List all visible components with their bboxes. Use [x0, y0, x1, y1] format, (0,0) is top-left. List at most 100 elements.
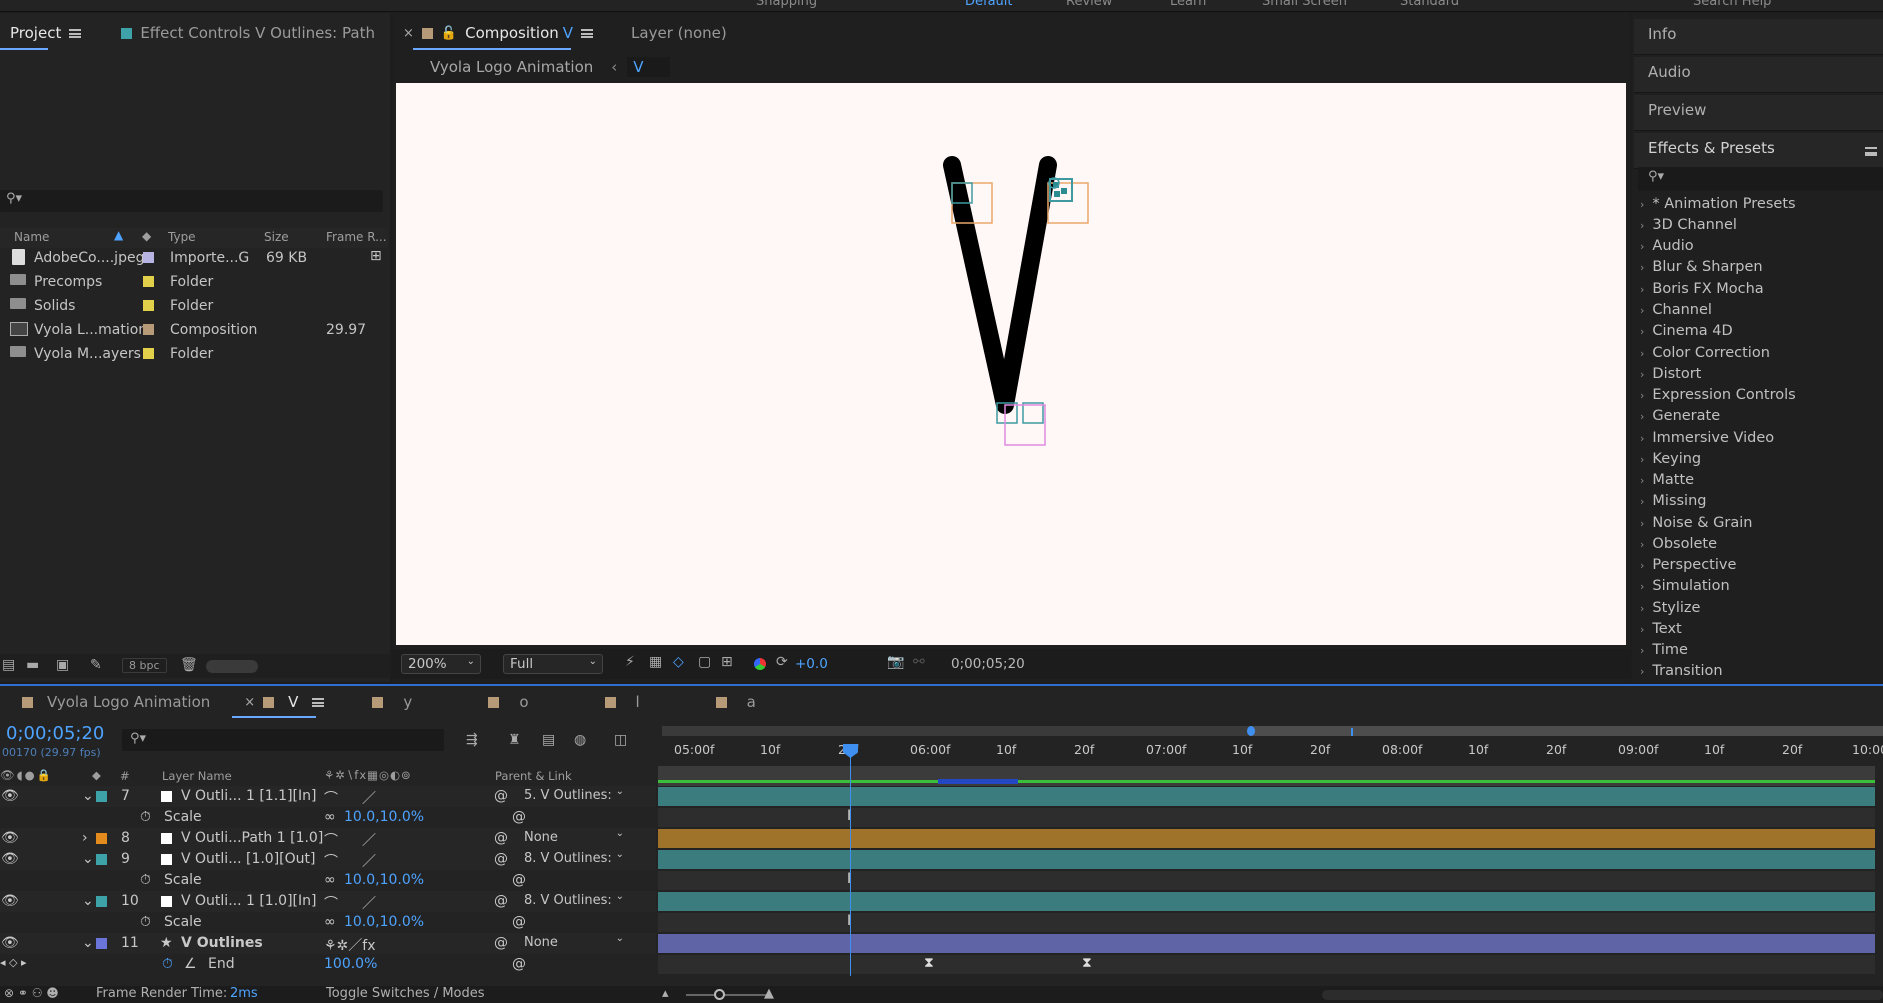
property-row[interactable]: ◂ ◇ ▸ ⏱ ∠ End 100.0% @	[0, 954, 656, 975]
tab-timeline-y[interactable]: y	[362, 686, 422, 718]
audio-panel-tab[interactable]: Audio	[1634, 57, 1883, 93]
region-of-interest-icon[interactable]: ▢	[698, 654, 711, 670]
tab-timeline-o[interactable]: o	[478, 686, 538, 718]
trash-icon[interactable]: 🗑	[180, 657, 198, 673]
panel-menu-icon[interactable]	[581, 28, 594, 38]
preset-category[interactable]: › Noise & Grain	[1640, 515, 1752, 536]
tab-timeline-v[interactable]: × V	[234, 686, 334, 718]
quality-switch-icon[interactable]: ／	[362, 893, 376, 913]
preset-category[interactable]: › Simulation	[1640, 578, 1730, 599]
preset-category[interactable]: › Boris FX Mocha	[1640, 281, 1764, 302]
show-snapshot-icon[interactable]: ⚯	[913, 654, 925, 670]
tab-timeline-vyola-logo-animation[interactable]: Vyola Logo Animation	[12, 686, 220, 718]
project-item[interactable]: Vyola L...mation Composition 29.97	[0, 318, 388, 342]
effects-presets-panel-tab[interactable]: Effects & Presets	[1634, 133, 1883, 169]
fast-preview-icon[interactable]: ⚡	[625, 654, 635, 670]
stopwatch-icon[interactable]: ⏱	[140, 809, 151, 825]
toggle-switches-modes-button[interactable]: Toggle Switches / Modes	[326, 986, 485, 1001]
shy-switch-icon[interactable]: ⌒	[324, 830, 338, 850]
chevron-down-icon[interactable]: ⌄	[82, 935, 94, 951]
workspace-small-screen[interactable]: Small Screen	[1262, 0, 1347, 9]
shy-switch-icon[interactable]: ⌒	[324, 893, 338, 913]
stopwatch-icon[interactable]: ⏱	[140, 914, 151, 930]
close-icon[interactable]: ×	[244, 695, 255, 710]
easy-ease-keyframe-icon[interactable]: ⧗	[924, 955, 934, 971]
parent-dropdown[interactable]: 8. V Outlines: ⌄	[520, 891, 626, 910]
footer-switch-icons[interactable]: ⊗ ⚭ ⚇ ☻	[4, 986, 59, 1000]
pick-whip-icon[interactable]: @	[494, 935, 508, 951]
chevron-down-icon[interactable]: ⌄	[82, 788, 94, 804]
composition-mini-flowchart-icon[interactable]: ⇶	[466, 732, 478, 748]
property-value[interactable]: 100.0%	[324, 956, 377, 972]
col-frame-rate[interactable]: Frame R...	[326, 230, 387, 244]
composition-viewer[interactable]	[396, 83, 1626, 645]
parent-dropdown[interactable]: None ⌄	[520, 828, 626, 847]
workspace-learn[interactable]: Learn	[1170, 0, 1206, 9]
preset-category[interactable]: › Time	[1640, 642, 1688, 663]
breadcrumb-parent[interactable]: Vyola Logo Animation	[430, 58, 593, 76]
preview-panel-tab[interactable]: Preview	[1634, 95, 1883, 131]
reset-exposure-icon[interactable]: ⟳	[776, 654, 788, 670]
timeline-current-time[interactable]: 0;00;05;20	[6, 723, 104, 744]
tab-composition[interactable]: × 🔓 Composition V	[393, 17, 603, 49]
preset-category[interactable]: › Channel	[1640, 302, 1712, 323]
channel-rgb-icon[interactable]	[754, 658, 766, 670]
parent-dropdown[interactable]: 8. V Outlines: ⌄	[520, 849, 626, 868]
property-value[interactable]: 10.0,10.0%	[344, 809, 424, 825]
exposure-value[interactable]: +0.0	[795, 656, 828, 672]
current-time-display[interactable]: 0;00;05;20	[951, 656, 1025, 672]
tab-timeline-a[interactable]: a	[706, 686, 766, 718]
layer-row[interactable]: 👁 ⌄ 10 V Outli... 1 [1.0][In] ⌒ ／ @ 8. V…	[0, 891, 656, 912]
chevron-right-icon[interactable]: ›	[82, 830, 88, 846]
workspace-snapping[interactable]: Snapping	[756, 0, 817, 9]
shy-switch-icon[interactable]: ⌒	[324, 851, 338, 871]
project-item[interactable]: AdobeCo....jpeg Importe...G 69 KB ⊞	[0, 246, 388, 270]
parent-dropdown[interactable]: 5. V Outlines: ⌄	[520, 786, 626, 805]
layer-duration-bar[interactable]	[658, 934, 1875, 953]
workspace-default[interactable]: Default	[965, 0, 1013, 9]
panel-menu-icon[interactable]	[312, 697, 325, 707]
col-layer-name[interactable]: Layer Name	[162, 769, 232, 783]
timeline-search-input[interactable]: ⚲▾	[122, 729, 444, 751]
preset-category[interactable]: › Text	[1640, 621, 1682, 642]
thumbnail-slider[interactable]	[206, 660, 258, 673]
layer-duration-bar[interactable]	[658, 787, 1875, 806]
mask-visibility-icon[interactable]: ◇	[673, 654, 684, 670]
frame-blending-icon[interactable]: ◍	[574, 732, 586, 748]
layer-name[interactable]: V Outli... 1 [1.0][In]	[181, 893, 316, 909]
preset-category[interactable]: › 3D Channel	[1640, 217, 1737, 238]
zoom-out-icon[interactable]: ▴	[662, 986, 669, 1001]
keyframe-navigator-icon[interactable]: ◂ ◇ ▸	[0, 956, 27, 969]
layer-name[interactable]: V Outli... [1.0][Out]	[181, 851, 315, 867]
pick-whip-icon[interactable]: @	[512, 809, 526, 825]
collapse-transform-icon[interactable]: ⚘✲／fx	[324, 935, 376, 955]
preset-category[interactable]: › Missing	[1640, 493, 1706, 514]
quality-switch-icon[interactable]: ／	[362, 830, 376, 850]
zoom-slider-handle[interactable]	[714, 989, 725, 1000]
stopwatch-active-icon[interactable]: ⏱	[162, 956, 173, 972]
preset-category[interactable]: › Matte	[1640, 472, 1694, 493]
constrain-proportions-icon[interactable]: ∞	[324, 809, 336, 825]
preset-category[interactable]: › Immersive Video	[1640, 430, 1774, 451]
preset-category[interactable]: › Color Correction	[1640, 345, 1770, 366]
preset-category[interactable]: › Keying	[1640, 451, 1701, 472]
layer-name[interactable]: V Outli...Path 1 [1.0]	[181, 830, 323, 846]
layer-row[interactable]: 👁 ⌄ 9 V Outli... [1.0][Out] ⌒ ／ @ 8. V O…	[0, 849, 656, 870]
preset-category[interactable]: › * Animation Presets	[1640, 196, 1796, 217]
bit-depth-button[interactable]: 8 bpc	[122, 658, 167, 673]
quality-switch-icon[interactable]: ／	[362, 788, 376, 808]
search-help[interactable]: Search Help	[1693, 0, 1771, 9]
col-size[interactable]: Size	[264, 230, 289, 244]
panel-menu-icon[interactable]	[69, 28, 82, 38]
parent-dropdown[interactable]: None ⌄	[520, 933, 626, 952]
stopwatch-icon[interactable]: ⏱	[140, 872, 151, 888]
work-area-bar[interactable]	[662, 726, 1883, 736]
property-row[interactable]: ⏱ Scale ∞ 10.0,10.0% @	[0, 912, 656, 933]
lock-icon[interactable]: 🔓	[441, 26, 457, 41]
draft-3d-icon[interactable]: ♜	[508, 732, 521, 748]
quality-switch-icon[interactable]: ／	[362, 851, 376, 871]
pick-whip-icon[interactable]: @	[494, 851, 508, 867]
eye-icon[interactable]: 👁	[1, 788, 19, 804]
work-area-range[interactable]	[1250, 726, 1883, 736]
pick-whip-icon[interactable]: @	[512, 914, 526, 930]
